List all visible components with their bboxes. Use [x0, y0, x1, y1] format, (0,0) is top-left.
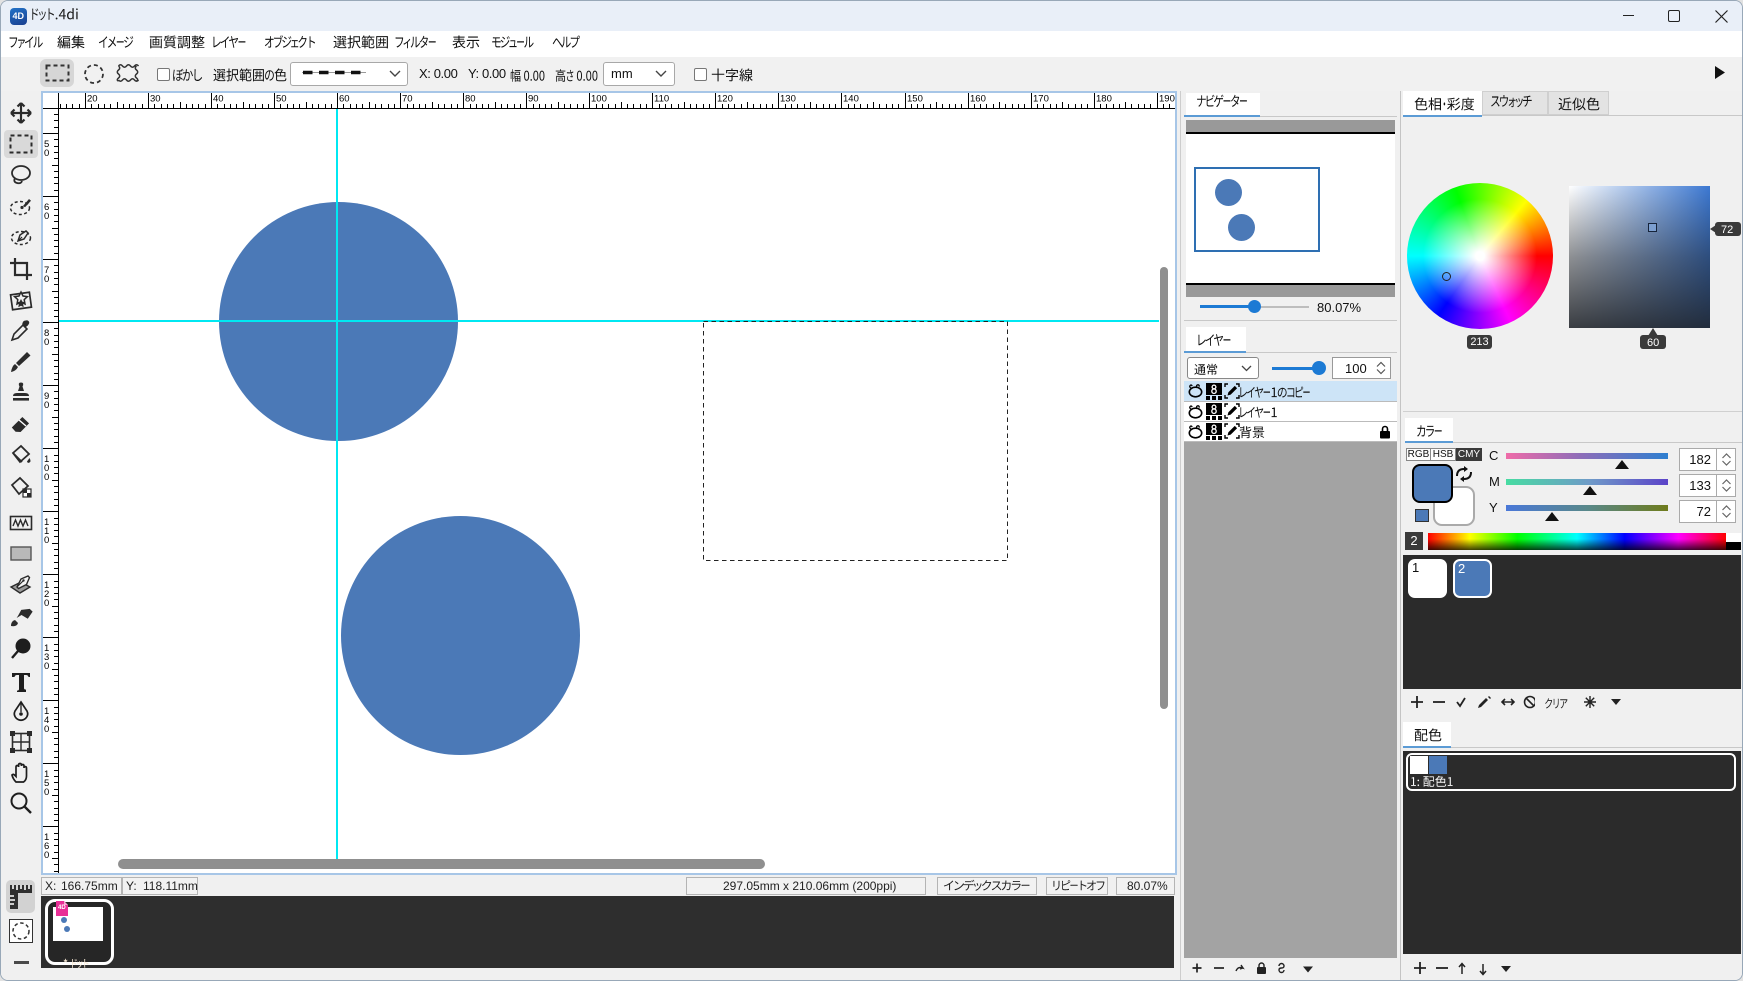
- svg-text:0: 0: [44, 850, 49, 861]
- svg-text:20: 20: [87, 94, 98, 105]
- svg-text:170: 170: [1033, 94, 1049, 105]
- svg-text:0: 0: [44, 724, 49, 735]
- svg-text:60: 60: [1647, 337, 1659, 349]
- svg-text:90: 90: [528, 94, 539, 105]
- svg-text:130: 130: [780, 94, 796, 105]
- svg-text:190: 190: [1159, 94, 1175, 105]
- svg-text:4D: 4D: [58, 905, 66, 911]
- svg-text:70: 70: [402, 94, 413, 105]
- svg-text:80: 80: [465, 94, 476, 105]
- svg-text:60: 60: [339, 94, 350, 105]
- svg-text:0: 0: [44, 400, 49, 411]
- svg-text:120: 120: [717, 94, 733, 105]
- svg-text:0: 0: [44, 598, 49, 609]
- svg-text:30: 30: [150, 94, 161, 105]
- svg-text:180: 180: [1096, 94, 1112, 105]
- svg-text:0: 0: [44, 661, 49, 672]
- svg-text:0: 0: [44, 211, 49, 222]
- svg-text:160: 160: [970, 94, 986, 105]
- svg-text:0: 0: [44, 787, 49, 798]
- svg-text:50: 50: [276, 94, 287, 105]
- svg-text:140: 140: [843, 94, 859, 105]
- svg-text:0: 0: [44, 535, 49, 546]
- svg-text:0: 0: [44, 148, 49, 159]
- svg-text:40: 40: [213, 94, 224, 105]
- svg-text:0: 0: [44, 337, 49, 348]
- svg-text:0: 0: [44, 472, 49, 483]
- svg-text:100: 100: [591, 94, 607, 105]
- svg-text:150: 150: [907, 94, 923, 105]
- svg-text:0: 0: [44, 274, 49, 285]
- svg-text:110: 110: [654, 94, 669, 105]
- svg-text:72: 72: [1721, 224, 1733, 236]
